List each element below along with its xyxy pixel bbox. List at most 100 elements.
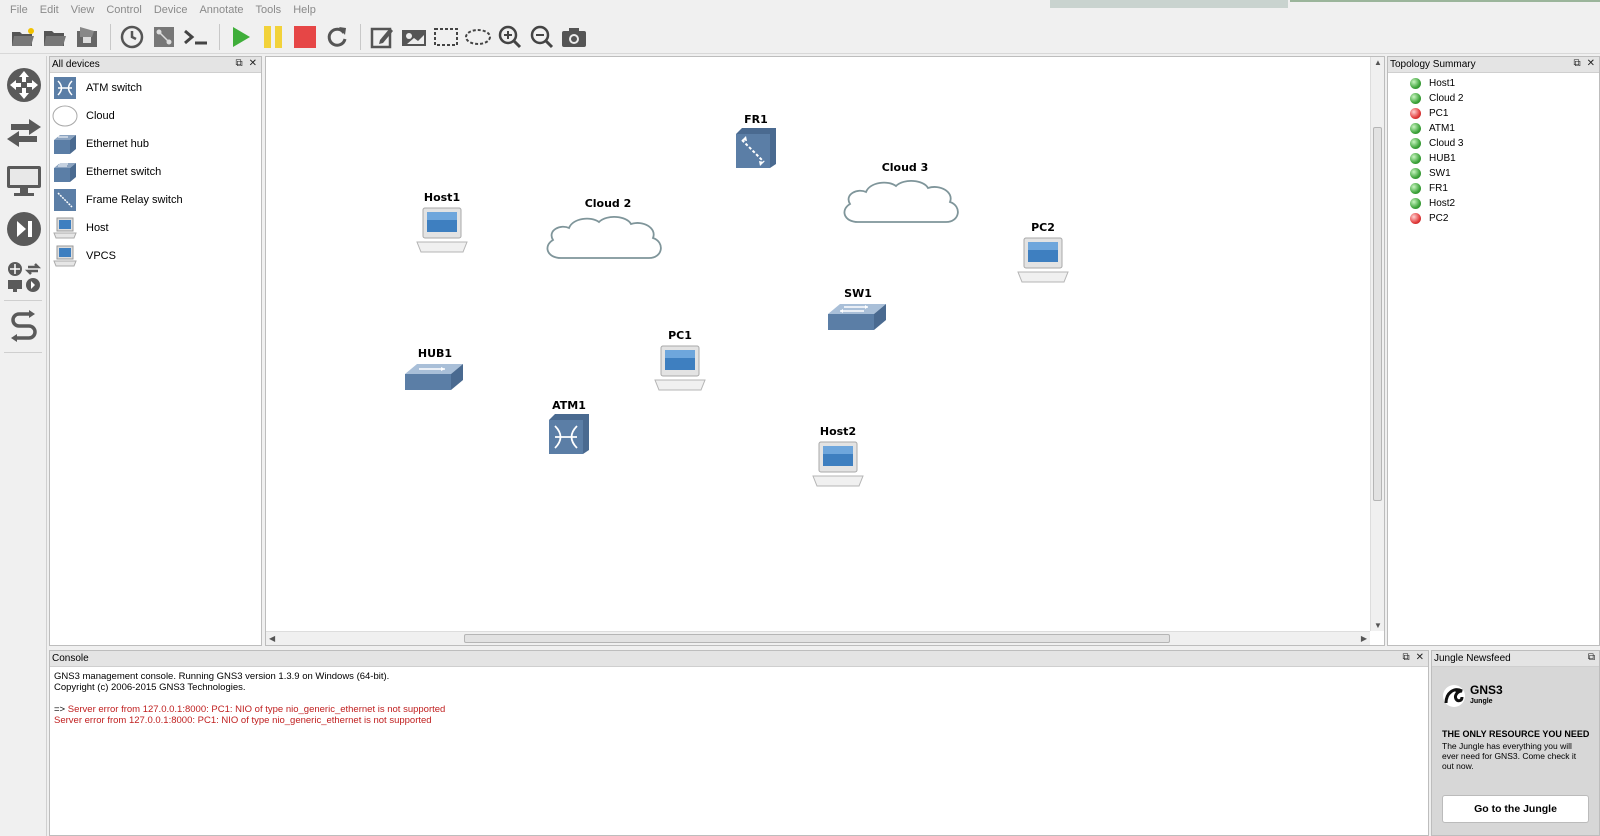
- ethernet-hub-icon: [405, 364, 463, 390]
- zoom-out-button[interactable]: [527, 22, 557, 52]
- topology-canvas[interactable]: FR1 Cloud 3 Host1 Cloud 2 PC2 SW1 PC1 HU…: [265, 56, 1385, 646]
- zoom-in-button[interactable]: [495, 22, 525, 52]
- device-list-button[interactable]: [149, 22, 179, 52]
- browse-switches-button[interactable]: [4, 112, 44, 154]
- status-green-icon: [1410, 78, 1421, 89]
- node-sw1[interactable]: SW1: [826, 287, 890, 337]
- node-cloud-2[interactable]: Cloud 2: [541, 197, 675, 273]
- close-icon[interactable]: ✕: [249, 58, 257, 69]
- node-fr1[interactable]: FR1: [731, 113, 781, 171]
- device-item-host[interactable]: Host: [50, 214, 261, 242]
- cloud-icon: [546, 216, 662, 259]
- jungle-headline: THE ONLY RESOURCE YOU NEED: [1442, 729, 1590, 739]
- float-icon[interactable]: ⧉: [235, 58, 242, 69]
- status-green-icon: [1410, 93, 1421, 104]
- go-to-jungle-button[interactable]: Go to the Jungle: [1442, 795, 1589, 823]
- add-link-button[interactable]: [4, 306, 44, 348]
- device-item-frame-relay[interactable]: Frame Relay switch: [50, 186, 261, 214]
- open-folder-button[interactable]: [40, 22, 70, 52]
- close-icon[interactable]: ✕: [1587, 58, 1595, 69]
- menu-edit[interactable]: Edit: [34, 4, 65, 16]
- suspend-all-button[interactable]: [258, 22, 288, 52]
- scroll-up-icon[interactable]: ▲: [1374, 58, 1382, 67]
- topology-panel-title-text: Topology Summary: [1390, 59, 1476, 70]
- console-output[interactable]: GNS3 management console. Running GNS3 ve…: [50, 667, 1428, 730]
- topology-item[interactable]: PC2: [1410, 211, 1448, 226]
- browse-all-devices-button[interactable]: [4, 256, 44, 298]
- topology-item[interactable]: Cloud 3: [1410, 136, 1463, 151]
- device-item-ethernet-switch[interactable]: Ethernet switch: [50, 158, 261, 186]
- scroll-left-icon[interactable]: ◀: [269, 634, 275, 643]
- status-green-icon: [1410, 123, 1421, 134]
- node-cloud-3[interactable]: Cloud 3: [838, 161, 972, 237]
- start-all-button[interactable]: [226, 22, 256, 52]
- topology-item[interactable]: PC1: [1410, 106, 1448, 121]
- host-icon: [812, 441, 864, 487]
- browse-security-button[interactable]: [4, 208, 44, 250]
- node-pc2[interactable]: PC2: [1013, 221, 1073, 291]
- scroll-right-icon[interactable]: ▶: [1361, 634, 1367, 643]
- device-item-vpcs[interactable]: VPCS: [50, 242, 261, 270]
- snapshot-button[interactable]: [117, 22, 147, 52]
- jungle-brand-sub: Jungle: [1470, 698, 1493, 705]
- frame-relay-icon: [52, 187, 78, 213]
- atm-switch-icon: [549, 414, 589, 454]
- topology-item[interactable]: Host2: [1410, 196, 1455, 211]
- jungle-newsfeed-panel: Jungle Newsfeed ⧉ GNS3 Jungle THE ONLY RE…: [1431, 650, 1600, 836]
- canvas-vertical-scrollbar[interactable]: ▲ ▼: [1370, 57, 1384, 631]
- menu-file[interactable]: File: [4, 4, 34, 16]
- jungle-panel-title: Jungle Newsfeed ⧉: [1432, 651, 1599, 667]
- menu-device[interactable]: Device: [148, 4, 194, 16]
- float-icon[interactable]: ⧉: [1588, 652, 1595, 663]
- device-item-ethernet-hub[interactable]: Ethernet hub: [50, 130, 261, 158]
- console-all-button[interactable]: [181, 22, 211, 52]
- menu-annotate[interactable]: Annotate: [193, 4, 249, 16]
- scrollbar-thumb[interactable]: [464, 634, 1170, 643]
- save-icon: [77, 26, 97, 47]
- float-icon[interactable]: ⧉: [1402, 652, 1409, 663]
- node-pc1[interactable]: PC1: [650, 329, 710, 399]
- screenshot-button[interactable]: [559, 22, 589, 52]
- topology-item[interactable]: SW1: [1410, 166, 1451, 181]
- float-icon[interactable]: ⧉: [1573, 58, 1580, 69]
- add-note-button[interactable]: [367, 22, 397, 52]
- open-folder-icon: [12, 27, 34, 46]
- close-icon[interactable]: ✕: [1416, 652, 1424, 663]
- gns3-chameleon-icon: [1443, 685, 1465, 707]
- ellipse-icon: [465, 28, 491, 45]
- topology-item[interactable]: ATM1: [1410, 121, 1455, 136]
- browse-end-devices-button[interactable]: [4, 160, 44, 202]
- zoom-out-icon: [530, 25, 554, 48]
- menu-help[interactable]: Help: [287, 4, 322, 16]
- menu-control[interactable]: Control: [100, 4, 147, 16]
- device-item-cloud[interactable]: Cloud: [50, 102, 261, 130]
- status-green-icon: [1410, 198, 1421, 209]
- topology-item[interactable]: FR1: [1410, 181, 1448, 196]
- device-item-atm-switch[interactable]: ATM switch: [50, 74, 261, 102]
- reload-all-button[interactable]: [322, 22, 352, 52]
- menu-bar: File Edit View Control Device Annotate T…: [0, 0, 1600, 20]
- jungle-brand: GNS3: [1470, 683, 1503, 697]
- node-host1[interactable]: Host1: [412, 191, 472, 261]
- menu-tools[interactable]: Tools: [250, 4, 288, 16]
- node-atm1[interactable]: ATM1: [544, 399, 594, 457]
- status-red-icon: [1410, 108, 1421, 119]
- node-hub1[interactable]: HUB1: [403, 347, 467, 397]
- save-project-button[interactable]: [72, 22, 102, 52]
- draw-ellipse-button[interactable]: [463, 22, 493, 52]
- insert-picture-button[interactable]: [399, 22, 429, 52]
- topology-item[interactable]: Host1: [1410, 76, 1455, 91]
- browse-routers-button[interactable]: [4, 64, 44, 106]
- open-project-button[interactable]: [8, 22, 38, 52]
- canvas-horizontal-scrollbar[interactable]: ◀ ▶: [266, 631, 1370, 645]
- node-host2[interactable]: Host2: [808, 425, 868, 495]
- menu-view[interactable]: View: [65, 4, 101, 16]
- devices-panel: All devices ⧉ ✕ ATM switch Cloud Ethernet…: [49, 56, 262, 646]
- draw-rectangle-button[interactable]: [431, 22, 461, 52]
- scrollbar-thumb[interactable]: [1373, 127, 1382, 501]
- stop-all-button[interactable]: [290, 22, 320, 52]
- topology-item[interactable]: Cloud 2: [1410, 91, 1463, 106]
- scroll-down-icon[interactable]: ▼: [1374, 621, 1382, 630]
- pause-icon: [264, 25, 282, 48]
- topology-item[interactable]: HUB1: [1410, 151, 1456, 166]
